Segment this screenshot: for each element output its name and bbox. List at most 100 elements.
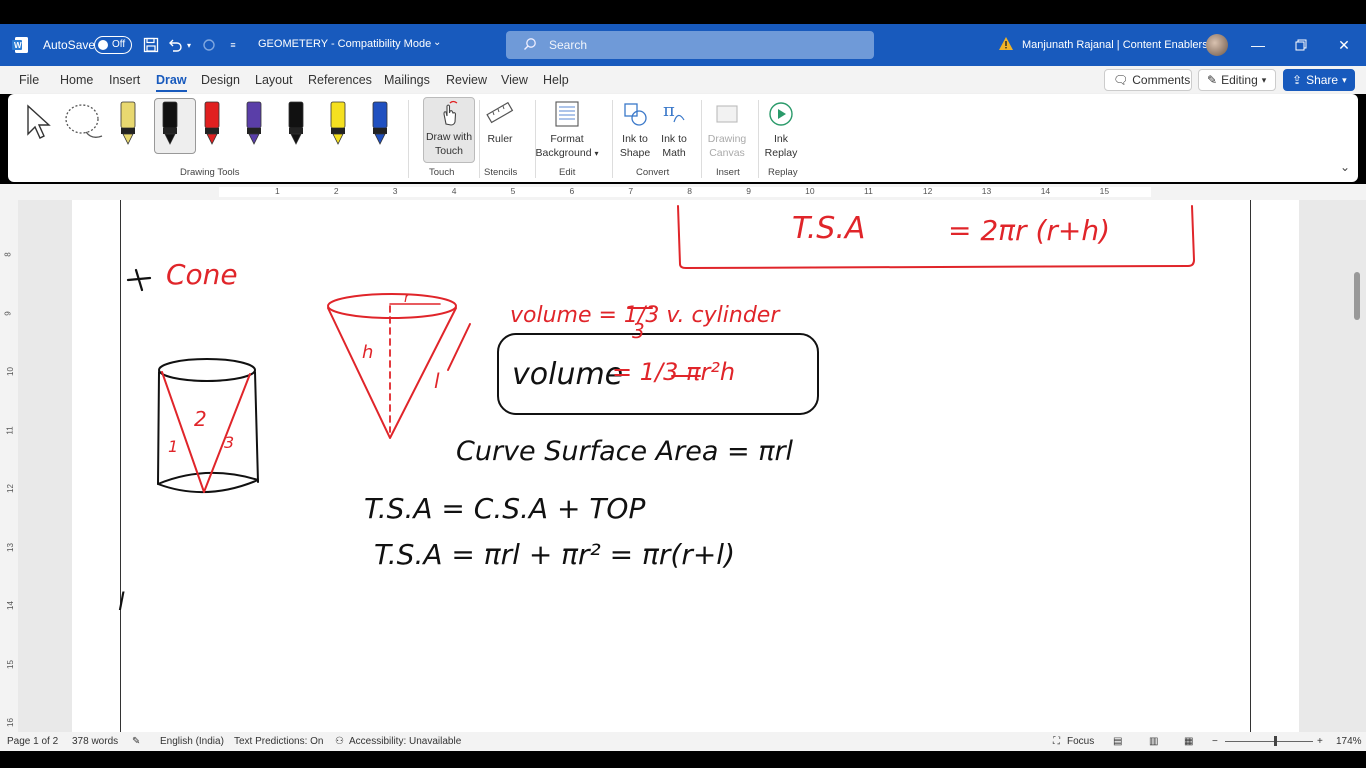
autosave-toggle[interactable]: Off	[94, 36, 132, 54]
document-title[interactable]: GEOMETERY - Compatibility Mode	[258, 38, 431, 50]
ink-replay-button[interactable]: Ink Replay	[760, 100, 802, 160]
next-item-mark: l	[118, 588, 125, 616]
tab-layout[interactable]: Layout	[255, 73, 293, 87]
select-tool[interactable]	[22, 102, 56, 142]
zoom-slider[interactable]	[1225, 741, 1313, 742]
pencil-icon: ✎	[1207, 73, 1218, 87]
page-count[interactable]: Page 1 of 2	[7, 736, 58, 747]
web-layout-icon[interactable]: ▦	[1184, 736, 1193, 747]
tab-insert[interactable]: Insert	[109, 73, 140, 87]
language-indicator[interactable]: English (India)	[160, 736, 224, 747]
ink-replay-text-1: Ink	[773, 133, 788, 145]
accessibility-icon: ⚇	[335, 736, 344, 747]
ruler-number: 9	[746, 186, 751, 196]
word-count[interactable]: 378 words	[72, 736, 118, 747]
svg-text:π: π	[663, 100, 675, 121]
zoom-out-icon[interactable]: −	[1212, 736, 1218, 747]
tab-file[interactable]: File	[19, 73, 39, 87]
group-replay: Replay	[768, 167, 798, 178]
ink-to-math-text-1: Ink to	[661, 133, 687, 145]
ink-to-shape-icon	[624, 103, 647, 126]
group-drawing-tools: Drawing Tools	[180, 167, 240, 178]
format-background-button[interactable]: Format Background ▾	[532, 100, 602, 161]
pen-4[interactable]	[242, 100, 266, 146]
pen-6[interactable]	[326, 100, 350, 146]
ruler-number: 15	[1099, 186, 1110, 196]
ink-to-shape-text-1: Ink to	[622, 133, 648, 145]
zoom-in-icon[interactable]: +	[1317, 736, 1323, 747]
tab-view[interactable]: View	[501, 73, 528, 87]
minimize-icon[interactable]: —	[1248, 35, 1268, 55]
tab-references[interactable]: References	[308, 73, 372, 87]
close-icon[interactable]: ✕	[1334, 35, 1354, 55]
cone-slant-mark	[447, 323, 471, 371]
volume-reference: volume = 1/3 v. cylinder	[510, 303, 781, 328]
ruler-button[interactable]: Ruler	[482, 100, 518, 146]
cylinder-sides	[157, 371, 259, 485]
avatar[interactable]	[1206, 34, 1228, 56]
tab-design[interactable]: Design	[201, 73, 240, 87]
group-separator	[479, 100, 480, 178]
group-separator	[612, 100, 613, 178]
pen-3[interactable]	[200, 100, 224, 146]
redo-icon[interactable]	[200, 36, 218, 54]
ink-to-shape-button[interactable]: Ink to Shape	[616, 100, 654, 160]
word-logo-icon: W	[12, 36, 30, 54]
comments-button[interactable]: 🗨 Comments	[1104, 69, 1192, 91]
search-icon	[523, 37, 537, 54]
pen-2[interactable]	[158, 100, 182, 146]
pen-1[interactable]	[116, 100, 140, 146]
tab-help[interactable]: Help	[543, 73, 569, 87]
print-layout-icon[interactable]: ▥	[1149, 736, 1158, 747]
accessibility-status[interactable]: Accessibility: Unavailable	[349, 736, 461, 747]
pen-5[interactable]	[284, 100, 308, 146]
ruler-number: 6	[569, 186, 575, 196]
undo-icon[interactable]	[166, 36, 184, 54]
screen-top-border	[0, 0, 1366, 24]
ruler-icon	[486, 101, 514, 124]
group-separator	[701, 100, 702, 178]
undo-dropdown-icon[interactable]: ▾	[184, 36, 194, 54]
read-mode-icon[interactable]: ▤	[1113, 736, 1122, 747]
draw-with-touch-text-1: Draw with	[425, 131, 473, 143]
share-label: Share	[1306, 73, 1339, 87]
tab-review[interactable]: Review	[446, 73, 487, 87]
user-name[interactable]: Manjunath Rajanal | Content Enablers	[1022, 39, 1208, 51]
top-box-right: = 2πr (r+h)	[948, 214, 1110, 247]
warning-icon[interactable]	[998, 36, 1014, 55]
format-background-icon	[555, 101, 579, 127]
editing-button[interactable]: ✎ Editing ▾	[1198, 69, 1276, 91]
collapse-ribbon-chevron-icon[interactable]: ⌄	[1340, 160, 1350, 174]
search-input[interactable]: Search	[506, 31, 874, 59]
customize-qat-icon[interactable]: ≡	[228, 36, 238, 54]
restore-icon[interactable]	[1291, 35, 1311, 55]
ruler-label: Ruler	[487, 133, 513, 145]
tab-draw[interactable]: Draw	[156, 73, 187, 92]
comments-label: Comments	[1132, 73, 1191, 87]
share-button[interactable]: ⇪ Share ▾	[1283, 69, 1355, 91]
tab-mailings[interactable]: Mailings	[384, 73, 430, 87]
horizontal-ruler[interactable]: 1 2 3 4 5 6 7 8 9 10 11 12 13 14 15	[0, 184, 1366, 200]
text-predictions[interactable]: Text Predictions: On	[234, 736, 323, 747]
ink-to-math-button[interactable]: π Ink to Math	[656, 100, 692, 160]
save-icon[interactable]	[142, 36, 160, 54]
ruler-number: 3	[392, 186, 398, 196]
zoom-level[interactable]: 174%	[1336, 736, 1362, 747]
cylinder-part-3: 3	[224, 433, 234, 452]
zoom-slider-thumb[interactable]	[1274, 736, 1277, 746]
draw-with-touch-label: Draw with Touch	[416, 100, 482, 158]
proofing-icon[interactable]: ✎	[132, 736, 140, 747]
tsa-formula-1: T.S.A = C.S.A + TOP	[364, 492, 645, 525]
group-touch: Touch	[429, 167, 455, 178]
autosave-label: AutoSave	[43, 38, 96, 52]
draw-ribbon: Drawing Tools Draw with Touch Touch Rule…	[8, 94, 1358, 182]
drawing-canvas-button[interactable]: Drawing Canvas	[704, 100, 750, 160]
pen-7[interactable]	[368, 100, 392, 146]
lasso-tool[interactable]	[62, 102, 106, 142]
title-chevron-down-icon[interactable]: ⌄	[433, 37, 441, 48]
focus-mode[interactable]: Focus	[1067, 736, 1094, 747]
tab-home[interactable]: Home	[60, 73, 93, 87]
ruler-number: 2	[333, 186, 339, 196]
comment-icon: 🗨	[1113, 73, 1129, 87]
editing-label: Editing	[1221, 73, 1258, 87]
